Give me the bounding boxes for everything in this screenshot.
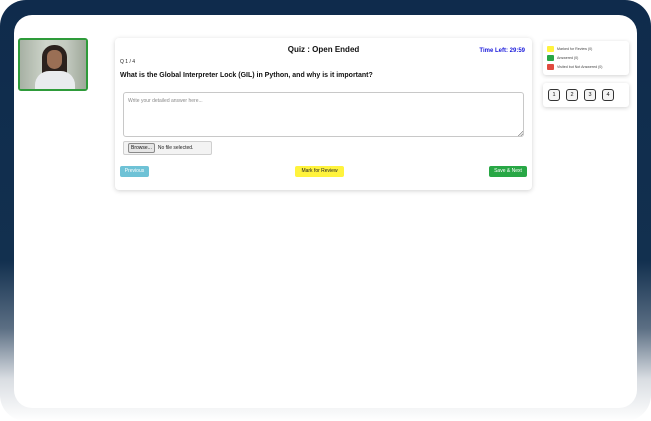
quiz-title: Quiz : Open Ended	[287, 45, 360, 54]
legend-item-answered: Answered (0)	[547, 53, 625, 62]
mark-for-review-button[interactable]: Mark for Review	[295, 166, 344, 177]
legend-label: Visited but Not Answered (0)	[557, 64, 603, 69]
legend-item-not-answered: Visited but Not Answered (0)	[547, 62, 625, 71]
browse-button[interactable]: Browse...	[128, 143, 155, 153]
status-legend: Marked for Review (0) Answered (0) Visit…	[543, 41, 629, 75]
question-nav-button-2[interactable]: 2	[566, 89, 578, 101]
question-text: What is the Global Interpreter Lock (GIL…	[120, 72, 373, 79]
file-status: No file selected.	[157, 145, 194, 151]
question-nav-button-3[interactable]: 3	[584, 89, 596, 101]
file-upload: Browse... No file selected.	[123, 141, 212, 155]
question-nav-button-1[interactable]: 1	[548, 89, 560, 101]
answered-swatch-icon	[547, 54, 554, 61]
legend-label: Answered (0)	[557, 55, 579, 60]
save-next-button[interactable]: Save & Next	[489, 166, 527, 177]
question-nav-button-4[interactable]: 4	[602, 89, 614, 101]
quiz-card: Quiz : Open Ended Time Left: 29:59 Q 1 /…	[115, 38, 532, 190]
webcam-preview	[18, 38, 88, 91]
answer-textarea[interactable]	[123, 92, 524, 137]
webcam-person-face	[47, 50, 62, 69]
legend-label: Marked for Review (0)	[557, 46, 593, 51]
question-counter: Q 1 / 4	[120, 59, 136, 65]
resize-grip-icon[interactable]	[518, 131, 523, 136]
previous-button[interactable]: Previous	[120, 166, 149, 177]
not-answered-swatch-icon	[547, 63, 554, 70]
app-screen: Quiz : Open Ended Time Left: 29:59 Q 1 /…	[14, 15, 637, 408]
timer: Time Left: 29:59	[479, 48, 525, 54]
legend-item-review: Marked for Review (0)	[547, 44, 625, 53]
webcam-person-body	[35, 71, 75, 89]
review-swatch-icon	[547, 45, 554, 52]
question-navigator: 1 2 3 4	[543, 83, 629, 107]
